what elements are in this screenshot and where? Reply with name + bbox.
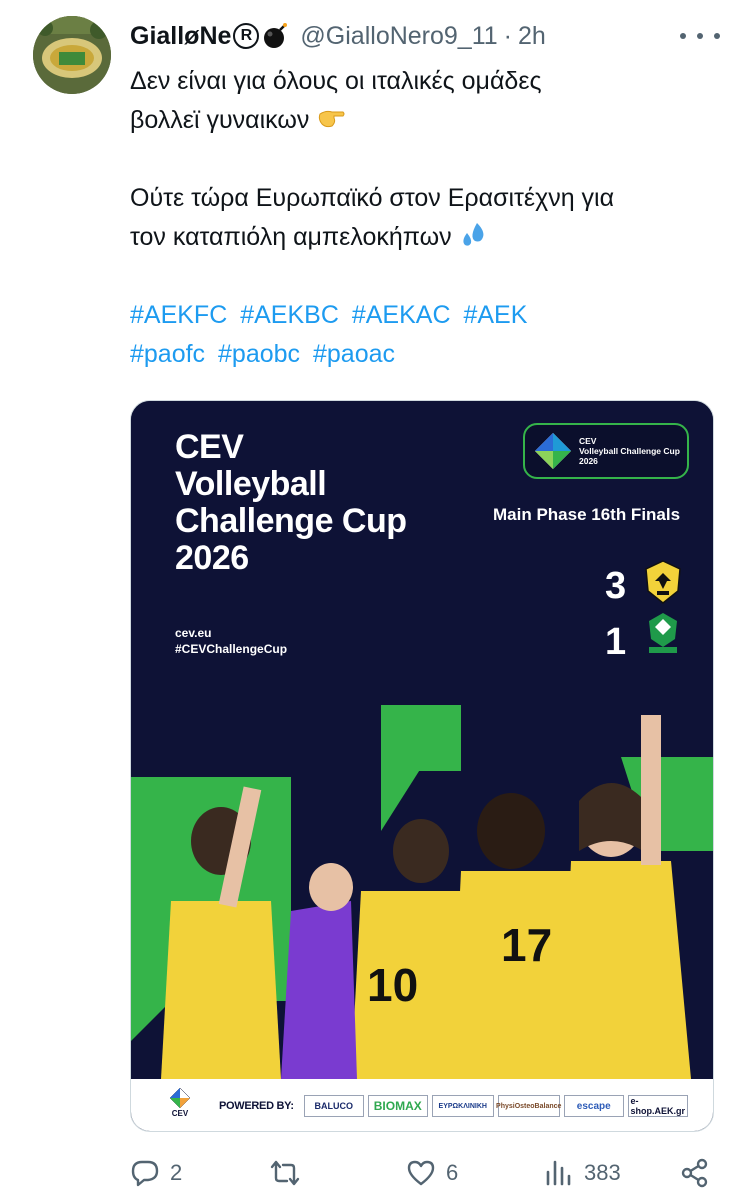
more-dot — [680, 33, 686, 39]
reply-count: 2 — [170, 1160, 183, 1185]
poster-site: cev.eu — [175, 626, 212, 640]
tweet-header: GialløNe R @GialloNero9_11 · 2h — [130, 20, 546, 52]
cev-logo: CEV — [165, 1087, 195, 1125]
stadium-avatar-image — [33, 16, 111, 94]
share-button[interactable] — [680, 1158, 710, 1188]
avatar[interactable] — [33, 16, 111, 94]
sponsor-biomax: BIOMAX — [367, 1095, 428, 1117]
share-icon — [681, 1158, 708, 1188]
svg-text:10: 10 — [367, 959, 418, 1011]
reply-button[interactable]: 2 — [130, 1158, 182, 1188]
sweat-droplets-icon — [463, 223, 484, 246]
repost-icon — [270, 1160, 300, 1186]
match-phase: Main Phase 16th Finals — [493, 505, 681, 524]
poster-title-line: CEV — [175, 428, 244, 466]
tweet-media-image[interactable]: CEV Volleyball Challenge Cup 2026 cev.eu… — [130, 400, 714, 1132]
badge-line: CEV — [579, 436, 597, 446]
svg-text:17: 17 — [501, 919, 552, 971]
views-icon — [546, 1160, 571, 1186]
text-line: τον καταπιόλη αμπελοκήπων — [130, 223, 452, 251]
sponsor-physio: PhysiOsteoBalance — [496, 1095, 561, 1117]
separator-dot: · — [503, 21, 512, 50]
badge-text: CEV Volleyball Challenge Cup 2026 — [579, 436, 680, 466]
text-line-with-emoji: βολλεϊ γυναικων — [130, 101, 730, 140]
text-line-with-emoji: τον καταπιόλη αμπελοκήπων — [130, 218, 730, 257]
poster-title-line: Volleyball — [175, 465, 327, 503]
sponsor-eshop: e-shop.AEK.gr — [627, 1095, 688, 1117]
cev-logo-icon — [169, 1087, 191, 1109]
repost-button[interactable] — [270, 1158, 310, 1188]
aek-crest-icon — [645, 560, 681, 604]
badge-line: 2026 — [579, 456, 598, 466]
handle[interactable]: @GialloNero9_11 — [300, 22, 497, 51]
sponsor-baluco: BALUCO — [303, 1095, 364, 1117]
views-count: 383 — [584, 1160, 621, 1185]
home-score: 3 — [605, 565, 627, 607]
display-name[interactable]: GialløNe — [130, 22, 231, 51]
more-dots-icon[interactable] — [680, 20, 720, 52]
mega-crest-icon — [649, 613, 677, 653]
hashtag-link[interactable]: #AEK — [463, 301, 527, 329]
tweet-actions: 2 6 383 — [130, 1150, 720, 1196]
poster-title: CEV Volleyball Challenge Cup 2026 — [175, 429, 407, 577]
hashtag-link[interactable]: #paofc — [130, 340, 205, 368]
views-button[interactable]: 383 — [544, 1158, 621, 1188]
text-line: Δεν είναι για όλους οι ιταλικές ομάδες — [130, 67, 542, 95]
like-count: 6 — [446, 1160, 459, 1185]
players-celebration-photo: 17 10 — [131, 701, 713, 1079]
hashtag-link[interactable]: #paoac — [313, 340, 395, 368]
tweet-text: Δεν είναι για όλους οι ιταλικές ομάδες β… — [130, 62, 730, 374]
cev-logo-text: CEV — [171, 1109, 189, 1118]
timestamp[interactable]: 2h — [518, 22, 546, 51]
pointing-hand-icon — [319, 110, 345, 128]
sponsor-euroclinic: ΕΥΡΩΚΛΙΝΙΚΗ — [431, 1095, 494, 1117]
tweet: GialløNe R @GialloNero9_11 · 2h Δεν είνα… — [0, 0, 748, 1200]
hashtag-link[interactable]: #AEKAC — [352, 301, 451, 329]
hashtag-link[interactable]: #paobc — [218, 340, 300, 368]
like-button[interactable]: 6 — [406, 1158, 458, 1188]
hashtag-row: #paofc #paobc #paoac — [130, 335, 730, 374]
poster-hashtag: #CEVChallengeCup — [175, 642, 288, 656]
cev-cup-logo-icon — [535, 433, 571, 469]
reply-icon — [131, 1160, 159, 1187]
badge-line: Volleyball Challenge Cup — [579, 446, 680, 456]
more-dot — [697, 33, 703, 39]
powered-by-label: POWERED BY: — [219, 1100, 294, 1112]
hashtag-row: #AEKFC #AEKBC #AEKAC #AEK — [130, 296, 730, 335]
poster-links: cev.eu #CEVChallengeCup — [175, 625, 287, 657]
text-line: Ούτε τώρα Ευρωπαϊκό στον Ερασιτέχνη για — [130, 184, 615, 212]
away-score: 1 — [605, 621, 627, 663]
sponsor-escape: escape — [563, 1095, 624, 1117]
bomb-icon — [264, 23, 288, 48]
registered-icon: R — [233, 23, 260, 49]
sponsor-strip: CEV POWERED BY: BALUCO BIOMAX ΕΥΡΩΚΛΙΝΙΚ… — [131, 1079, 713, 1131]
heart-icon — [407, 1160, 435, 1186]
hashtag-link[interactable]: #AEKBC — [240, 301, 339, 329]
challenge-cup-badge: CEV Volleyball Challenge Cup 2026 — [523, 423, 689, 479]
text-line: βολλεϊ γυναικων — [130, 106, 310, 134]
hashtag-link[interactable]: #AEKFC — [130, 301, 227, 329]
poster-title-line: Challenge Cup — [175, 502, 407, 540]
poster-title-line: 2026 — [175, 539, 249, 577]
more-dot — [714, 33, 720, 39]
